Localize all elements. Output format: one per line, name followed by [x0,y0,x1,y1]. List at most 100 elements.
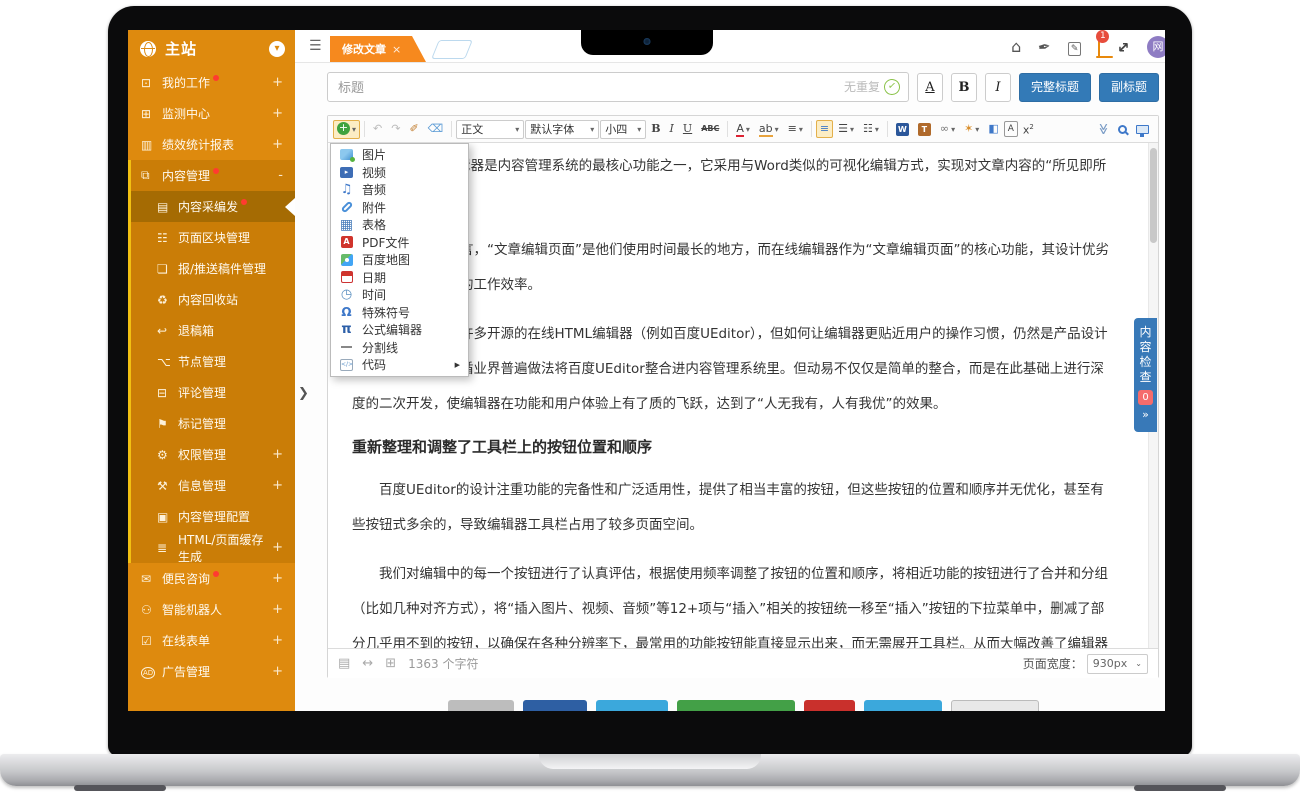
menu-item-table[interactable]: 表格 [331,216,468,234]
preview-icon[interactable] [1132,120,1153,138]
chevron-down-icon[interactable] [269,41,285,57]
text-block-icon[interactable]: A [1004,121,1018,137]
sidebar-item-content-editing[interactable]: 内容采编发 [131,191,295,222]
expand-plus-icon[interactable]: + [272,664,283,679]
avatar[interactable]: 网 [1147,36,1165,58]
sidebar-item-smart-robot[interactable]: 智能机器人 + [128,594,295,625]
eraser-icon[interactable]: ⌫ [424,120,448,138]
highlight-icon[interactable]: ab▾ [755,120,783,139]
superscript-icon[interactable]: x2 [1019,118,1038,140]
article-audit-icon[interactable] [1068,37,1082,56]
close-icon[interactable]: × [392,43,401,56]
sidebar-item-content-management[interactable]: 内容管理 - [131,160,295,191]
sidebar-item-performance-report[interactable]: 绩效统计报表 + [128,129,295,160]
full-title-button[interactable]: 完整标题 [1019,73,1091,102]
align-icon[interactable]: ≡▾ [784,120,807,139]
collapse-minus-icon[interactable]: - [278,168,283,183]
menu-item-attachment[interactable]: 附件 [331,199,468,217]
menu-item-audio[interactable]: 音频 [331,181,468,199]
bell-icon[interactable]: 1 [1098,38,1100,56]
sidebar-header[interactable]: 主站 [128,30,295,67]
action-button[interactable] [677,700,795,711]
menu-item-special-symbol[interactable]: 特殊符号 [331,304,468,322]
font-select[interactable]: 默认字体▾ [525,120,599,139]
action-button[interactable] [951,700,1039,711]
action-button[interactable] [804,700,855,711]
sidebar-item-rejected-box[interactable]: 退稿箱 [131,315,295,346]
menu-item-divider[interactable]: 分割线 [331,339,468,357]
fullscreen-icon[interactable] [1117,38,1130,56]
menu-item-time[interactable]: 时间 [331,286,468,304]
scrollbar-thumb[interactable] [1150,148,1157,243]
expand-plus-icon[interactable]: + [272,106,283,121]
word-count-icon[interactable] [338,656,350,671]
sidebar-item-public-consult[interactable]: 便民咨询 + [128,563,295,594]
sidebar-item-online-form[interactable]: 在线表单 + [128,625,295,656]
link-icon[interactable]: ∞▾ [936,120,959,139]
expand-plus-icon[interactable]: + [272,137,283,152]
menu-fold-icon[interactable] [309,39,322,53]
home-icon[interactable] [1011,37,1021,56]
menu-item-formula-editor[interactable]: 公式编辑器 [331,321,468,339]
expand-plus-icon[interactable]: + [272,75,283,90]
title-color-button[interactable]: A [917,73,943,102]
menu-item-date[interactable]: 日期 [331,269,468,287]
sidebar-item-monitor-center[interactable]: 监测中心 + [128,98,295,129]
undo-icon[interactable]: ↶ [369,120,386,138]
sidebar-item-info-management[interactable]: 信息管理 + [131,470,295,501]
editor-body[interactable]: 在线HTML编辑器是内容管理系统的最核心功能之一，它采用与Word类似的可视化编… [328,143,1158,648]
paste-text-icon[interactable]: T [914,120,935,138]
tab-edit-article[interactable]: 修改文章 × [330,36,426,62]
sidebar-item-my-work[interactable]: 我的工作 + [128,67,295,98]
auto-format-icon[interactable]: ✶▾ [960,120,983,139]
italic-icon[interactable]: I [666,120,678,138]
strikethrough-icon[interactable]: ABC [697,120,723,138]
expand-plus-icon[interactable]: + [272,540,283,555]
expand-plus-icon[interactable]: + [272,571,283,586]
word-import-icon[interactable]: W [892,120,913,138]
content-check-tab[interactable]: 内容检查 0 » [1134,318,1157,432]
menu-item-image[interactable]: 图片 [331,146,468,164]
indent-icon[interactable]: ≡ [816,120,833,138]
sidebar-item-html-cache[interactable]: HTML/页面缓存生成 + [131,532,295,563]
paragraph-select[interactable]: 正文▾ [456,120,524,139]
action-button[interactable] [523,700,587,711]
sidebar-item-ad-management[interactable]: 广告管理 + [128,656,295,687]
subtitle-button[interactable]: 副标题 [1099,73,1159,102]
expand-plus-icon[interactable]: + [272,478,283,493]
sidebar-item-permission-management[interactable]: 权限管理 + [131,439,295,470]
format-painter-icon[interactable]: ✐ [405,120,422,138]
sidebar-item-recycle-bin[interactable]: 内容回收站 [131,284,295,315]
sidebar-collapse-handle[interactable]: ❯ [298,386,309,401]
font-color-icon[interactable]: A▾ [732,120,754,139]
sidebar-item-tag-management[interactable]: 标记管理 [131,408,295,439]
element-path-icon[interactable] [385,656,396,671]
search-icon[interactable] [1114,120,1131,138]
underline-icon[interactable]: U [679,120,696,138]
sidebar-item-node-management[interactable]: 节点管理 [131,346,295,377]
expand-plus-icon[interactable]: + [272,633,283,648]
insert-button[interactable]: +▾ [333,120,360,139]
title-bold-button[interactable]: B [951,73,977,102]
menu-item-code[interactable]: 代码▶ [331,356,468,374]
menu-item-video[interactable]: 视频 [331,164,468,182]
title-italic-button[interactable]: I [985,73,1011,102]
toolbar-more-icon[interactable]: ≫ [1093,120,1113,138]
title-input[interactable] [327,72,909,102]
action-button[interactable] [864,700,942,711]
menu-item-pdf[interactable]: PDF文件 [331,234,468,252]
bold-icon[interactable]: B [647,120,664,138]
expand-plus-icon[interactable]: + [272,602,283,617]
menu-item-baidu-map[interactable]: 百度地图 [331,251,468,269]
action-button[interactable] [596,700,668,711]
sidebar-item-comment-management[interactable]: 评论管理 [131,377,295,408]
size-select[interactable]: 小四▾ [600,120,646,139]
layout-panel-icon[interactable]: ◧ [984,120,1002,138]
brush-icon[interactable] [1038,38,1051,56]
ordered-list-icon[interactable]: ☰▾ [834,120,858,139]
page-width-icon[interactable] [362,656,373,671]
action-button[interactable] [448,700,514,711]
expand-plus-icon[interactable]: + [272,447,283,462]
sidebar-item-content-config[interactable]: 内容管理配置 [131,501,295,532]
unordered-list-icon[interactable]: ☷▾ [859,120,883,139]
